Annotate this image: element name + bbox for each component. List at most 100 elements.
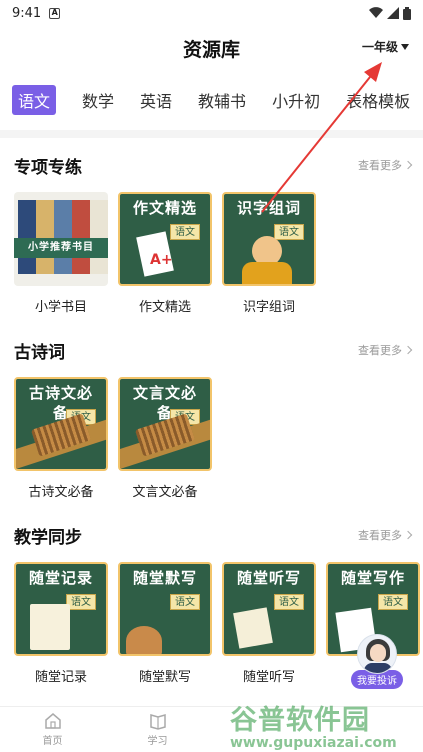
book-spine xyxy=(90,200,108,274)
tab-chinese[interactable]: 语文 xyxy=(12,85,57,115)
card-label: 古诗文必备 xyxy=(28,485,94,500)
section-title: 古诗词 xyxy=(14,342,65,363)
classical-chinese-thumbnail: 文言文必备 语文 xyxy=(118,377,212,471)
nav-study[interactable]: 学习 xyxy=(105,707,210,752)
complaint-widget[interactable]: 我要投诉 xyxy=(349,634,405,689)
subject-tag: 语文 xyxy=(378,594,408,610)
resource-card-dictation[interactable]: 随堂默写 语文 随堂默写 xyxy=(118,562,212,685)
tab-math[interactable]: 数学 xyxy=(82,88,114,112)
tab-workbooks[interactable]: 教辅书 xyxy=(198,88,246,112)
chevron-right-icon xyxy=(403,530,413,540)
home-icon xyxy=(44,713,61,729)
caret-down-icon xyxy=(401,43,409,50)
subject-tag: 语文 xyxy=(274,594,304,610)
resource-card-ancient-poems[interactable]: 古诗文必备 语文 古诗文必备 xyxy=(14,377,108,500)
thumb-title: 文言文必备 xyxy=(132,384,197,422)
nav-study-label: 学习 xyxy=(147,736,168,747)
student-head-icon xyxy=(126,626,162,654)
dictation-thumbnail: 随堂默写 语文 xyxy=(118,562,212,656)
resource-card-word-building[interactable]: 识字组词 语文 识字组词 xyxy=(222,192,316,315)
listening-thumbnail: 随堂听写 语文 xyxy=(222,562,316,656)
thumb-title: 古诗文必备 xyxy=(28,384,93,422)
status-icons xyxy=(369,6,411,20)
view-more-label: 查看更多 xyxy=(358,159,402,172)
card-label: 文言文必备 xyxy=(132,485,198,500)
section-title: 专项专练 xyxy=(14,157,82,178)
composition-thumbnail: 作文精选 语文 A+ xyxy=(118,192,212,286)
paper-icon xyxy=(233,607,273,649)
section-special-practice: 专项专练 查看更多 小学推荐书目 小学书目 作文精选 语文 A+ 作文精选 识字… xyxy=(0,138,423,315)
watermark: 谷普软件园 www.gupuxiazai.com xyxy=(230,698,420,751)
book-spine xyxy=(36,200,54,274)
status-bar: 9:41 A xyxy=(0,0,423,26)
avatar-suit xyxy=(364,663,392,673)
student-body-icon xyxy=(242,262,292,284)
book-spine xyxy=(72,200,90,274)
card-row: 小学推荐书目 小学书目 作文精选 语文 A+ 作文精选 识字组词 语文 识字组词 xyxy=(14,192,423,315)
chevron-right-icon xyxy=(403,345,413,355)
section-header: 专项专练 查看更多 xyxy=(14,138,423,192)
view-more-link[interactable]: 查看更多 xyxy=(358,527,413,543)
divider xyxy=(0,130,423,138)
thumb-title: 随堂听写 xyxy=(236,569,301,587)
grade-selector[interactable]: 一年级 xyxy=(362,38,409,55)
a-icon: A xyxy=(49,7,61,19)
grade-a-plus-icon: A+ xyxy=(150,252,173,268)
view-more-link[interactable]: 查看更多 xyxy=(358,342,413,358)
book-icon xyxy=(149,714,166,730)
nav-home-label: 首页 xyxy=(42,736,63,747)
ancient-poems-thumbnail: 古诗文必备 语文 xyxy=(14,377,108,471)
card-row: 古诗文必备 语文 古诗文必备 文言文必备 语文 文言文必备 xyxy=(14,377,423,500)
class-notes-thumbnail: 随堂记录 语文 xyxy=(14,562,108,656)
watermark-url: www.gupuxiazai.com xyxy=(230,735,397,751)
card-label: 作文精选 xyxy=(138,300,191,315)
thumb-title: 随堂默写 xyxy=(132,569,197,587)
resource-card-book-list[interactable]: 小学推荐书目 小学书目 xyxy=(14,192,108,315)
tab-middle-school-entrance[interactable]: 小升初 xyxy=(272,88,320,112)
view-more-link[interactable]: 查看更多 xyxy=(358,157,413,173)
word-building-thumbnail: 识字组词 语文 xyxy=(222,192,316,286)
view-more-label: 查看更多 xyxy=(358,529,402,542)
watermark-title: 谷普软件园 xyxy=(230,705,370,736)
card-label: 随堂听写 xyxy=(242,670,295,685)
card-label: 小学书目 xyxy=(34,300,87,315)
subject-tag: 语文 xyxy=(274,224,304,240)
tab-form-templates[interactable]: 表格模板 xyxy=(346,88,410,112)
notebook-icon xyxy=(30,604,70,650)
battery-icon xyxy=(403,6,411,20)
resource-card-listening[interactable]: 随堂听写 语文 随堂听写 xyxy=(222,562,316,685)
resource-card-class-notes[interactable]: 随堂记录 语文 随堂记录 xyxy=(14,562,108,685)
page-title: 资源库 xyxy=(182,38,240,61)
card-label: 随堂记录 xyxy=(34,670,87,685)
thumb-title: 作文精选 xyxy=(132,199,197,217)
thumb-title: 识字组词 xyxy=(236,199,301,217)
book-list-thumbnail: 小学推荐书目 xyxy=(14,192,108,286)
book-spine xyxy=(18,200,36,274)
card-label: 随堂默写 xyxy=(138,670,191,685)
thumb-banner: 小学推荐书目 xyxy=(14,238,108,258)
grade-label: 一年级 xyxy=(361,40,398,54)
subject-tag: 语文 xyxy=(170,224,200,240)
resource-card-classical-chinese[interactable]: 文言文必备 语文 文言文必备 xyxy=(118,377,212,500)
support-avatar xyxy=(357,634,397,674)
subject-tag: 语文 xyxy=(170,594,200,610)
section-header: 古诗词 查看更多 xyxy=(14,323,423,377)
tab-english[interactable]: 英语 xyxy=(140,88,172,112)
status-time: 9:41 xyxy=(12,5,42,21)
card-label: 识字组词 xyxy=(242,300,295,315)
thumb-title: 随堂记录 xyxy=(28,569,93,587)
resource-card-composition[interactable]: 作文精选 语文 A+ 作文精选 xyxy=(118,192,212,315)
wifi-icon xyxy=(369,7,383,19)
app-header: 资源库 一年级 xyxy=(0,26,423,70)
section-header: 教学同步 查看更多 xyxy=(14,508,423,562)
chevron-right-icon xyxy=(403,160,413,170)
signal-icon xyxy=(387,7,399,19)
section-ancient-poetry: 古诗词 查看更多 古诗文必备 语文 古诗文必备 文言文必备 语文 文言文必备 xyxy=(0,323,423,500)
subject-tag: 语文 xyxy=(66,594,96,610)
status-left: 9:41 A xyxy=(12,5,61,21)
book-spine xyxy=(54,200,72,274)
section-title: 教学同步 xyxy=(14,527,82,548)
thumb-title: 随堂写作 xyxy=(340,569,405,587)
avatar-face xyxy=(370,644,386,662)
nav-home[interactable]: 首页 xyxy=(0,707,105,752)
